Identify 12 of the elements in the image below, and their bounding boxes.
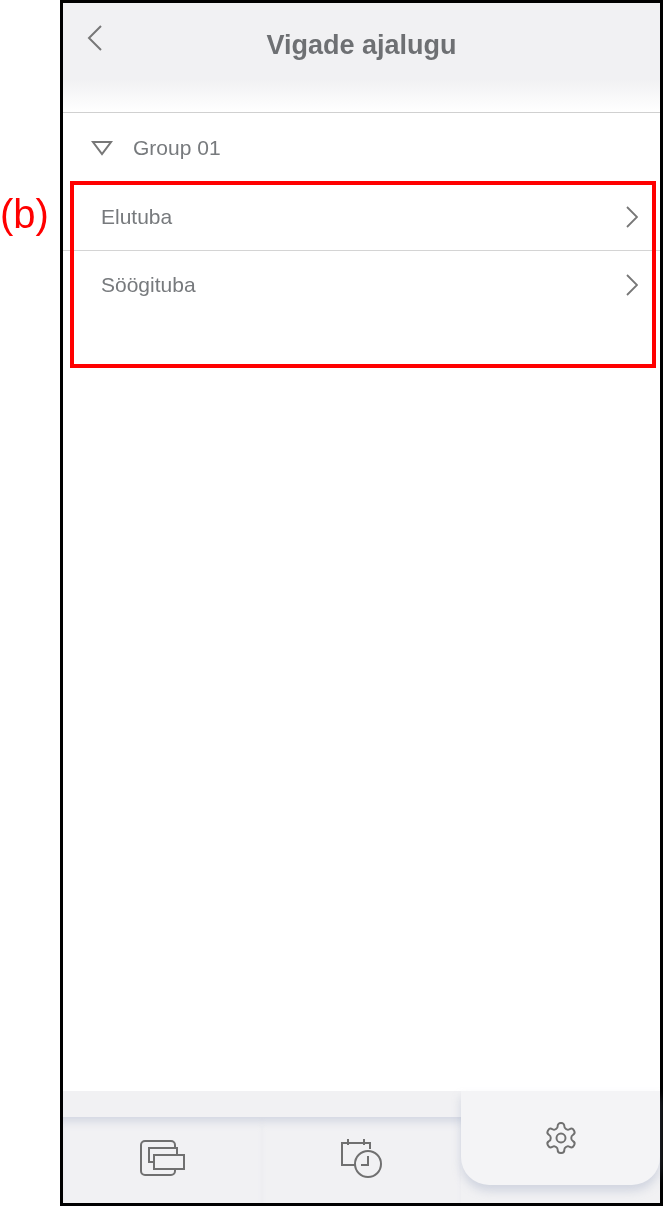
collapse-triangle-icon bbox=[91, 140, 113, 156]
calendar-clock-icon bbox=[339, 1137, 384, 1179]
back-icon bbox=[87, 24, 103, 52]
group-header[interactable]: Group 01 bbox=[63, 113, 660, 183]
annotation-label: (b) bbox=[0, 191, 49, 238]
screens-icon bbox=[139, 1140, 186, 1176]
back-button[interactable] bbox=[85, 23, 105, 53]
room-row[interactable]: Söögituba bbox=[63, 251, 660, 319]
chevron-right-icon bbox=[626, 274, 638, 296]
room-row[interactable]: Elutuba bbox=[63, 183, 660, 251]
page-title: Vigade ajalugu bbox=[266, 29, 457, 62]
chevron-right-icon bbox=[626, 205, 638, 228]
